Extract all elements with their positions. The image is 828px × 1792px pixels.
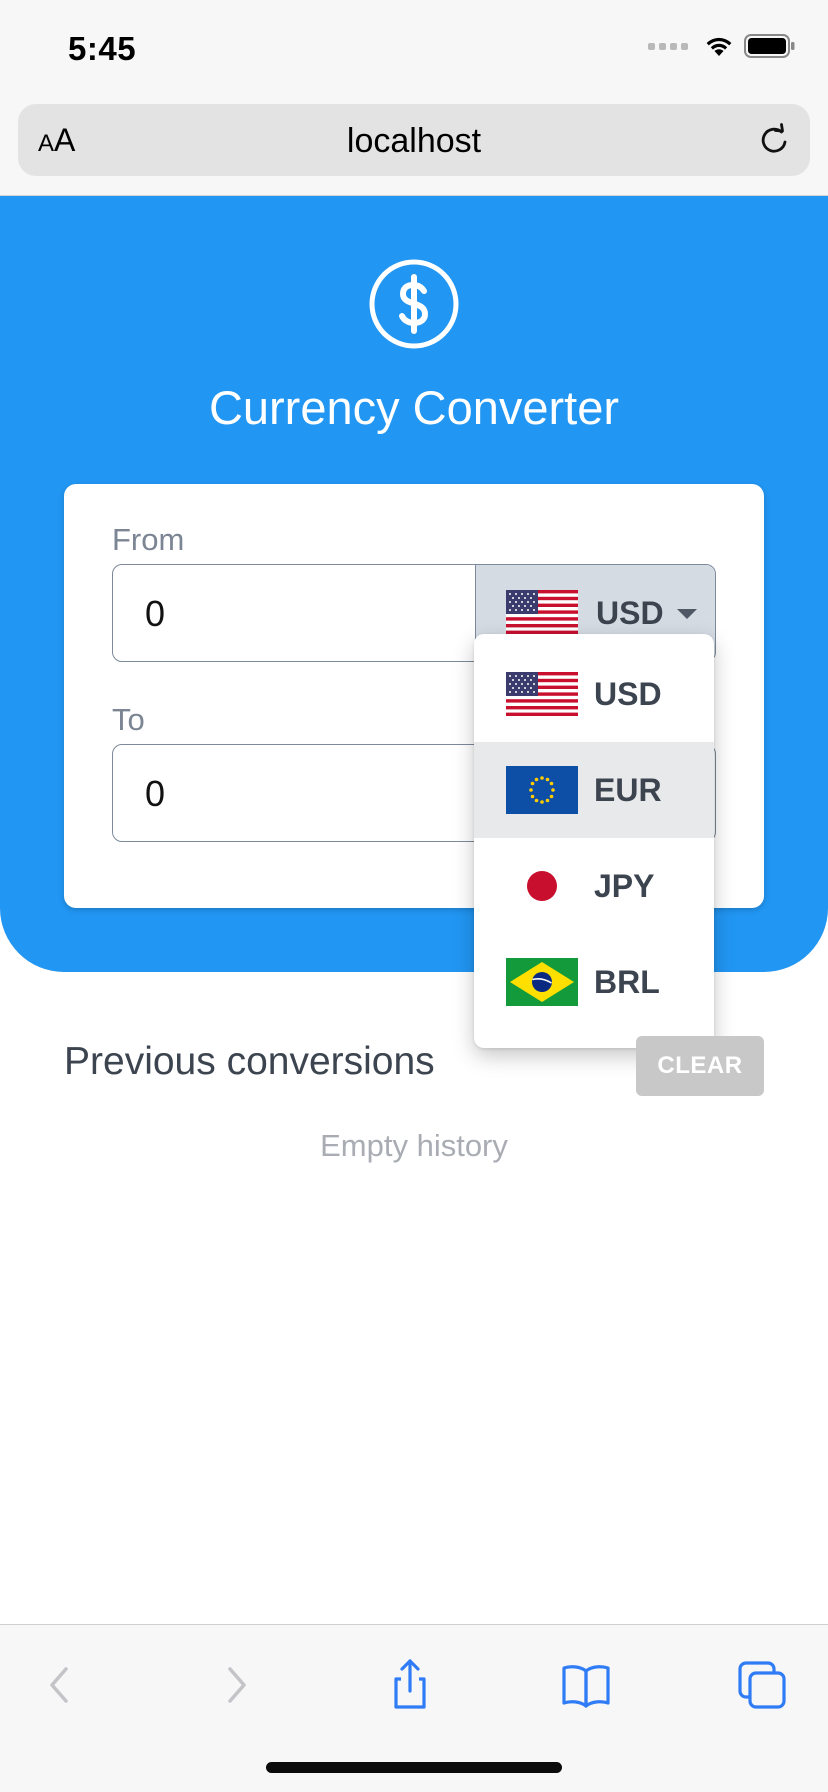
dollar-circle-icon xyxy=(369,259,459,349)
status-time: 5:45 xyxy=(68,30,137,67)
clear-history-button[interactable]: CLEAR xyxy=(636,1036,764,1096)
forward-arrow-icon[interactable] xyxy=(206,1655,266,1715)
eu-flag-icon xyxy=(506,766,578,814)
wifi-icon xyxy=(706,37,732,56)
page-title: Currency Converter xyxy=(208,381,620,434)
currency-option-usd[interactable]: USD xyxy=(474,646,714,742)
us-flag-icon xyxy=(506,590,578,634)
status-bar: 5:45 xyxy=(0,0,828,96)
currency-option-label: BRL xyxy=(594,964,660,1000)
currency-option-brl[interactable]: BRL xyxy=(474,934,714,1030)
home-indicator xyxy=(266,1762,562,1773)
currency-option-eur[interactable]: EUR xyxy=(474,742,714,838)
from-amount-input[interactable]: 0 xyxy=(145,593,165,635)
caret-down-icon xyxy=(677,609,697,619)
cellular-signal-icon xyxy=(648,42,688,50)
jp-flag-icon xyxy=(506,862,578,910)
to-label: To xyxy=(112,702,145,737)
empty-history-text: Empty history xyxy=(320,1128,508,1163)
br-flag-icon xyxy=(506,958,578,1006)
history-title: Previous conversions xyxy=(64,1040,435,1083)
tabs-icon[interactable] xyxy=(732,1655,792,1715)
share-icon[interactable] xyxy=(380,1655,440,1715)
reload-icon[interactable] xyxy=(754,120,794,160)
currency-option-label: EUR xyxy=(594,772,662,808)
from-label: From xyxy=(112,522,185,557)
back-arrow-icon[interactable] xyxy=(30,1655,90,1715)
browser-address-bar: AA localhost xyxy=(0,96,828,196)
currency-option-label: USD xyxy=(594,676,662,712)
status-icons xyxy=(648,34,796,58)
currency-dropdown-menu: USD EUR JPY BRL xyxy=(474,634,714,1048)
currency-option-jpy[interactable]: JPY xyxy=(474,838,714,934)
us-flag-icon xyxy=(506,672,578,716)
to-amount-input[interactable]: 0 xyxy=(145,773,165,815)
url-text: localhost xyxy=(346,122,482,160)
from-currency-code: USD xyxy=(596,595,664,631)
currency-option-label: JPY xyxy=(594,868,655,904)
address-field[interactable]: AA localhost xyxy=(18,104,810,176)
battery-icon xyxy=(744,34,795,58)
bookmarks-icon[interactable] xyxy=(556,1655,616,1715)
